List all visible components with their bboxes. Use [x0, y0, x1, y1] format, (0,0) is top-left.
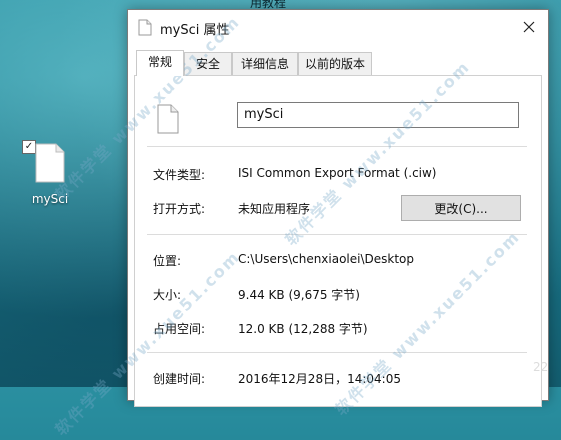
location-value: C:\Users\chenxiaolei\Desktop	[238, 252, 415, 266]
title-bar[interactable]: mySci 属性	[128, 10, 548, 44]
file-icon	[138, 19, 152, 36]
tab-details[interactable]: 详细信息	[232, 52, 298, 75]
corner-number: 22	[533, 360, 549, 374]
tab-general[interactable]: 常规	[136, 50, 184, 76]
close-icon[interactable]	[520, 18, 538, 36]
created-label: 创建时间:	[153, 372, 206, 386]
location-label: 位置:	[153, 254, 182, 268]
divider	[147, 352, 527, 353]
divider	[147, 146, 527, 147]
general-tab-panel: mySci 文件类型: ISI Common Export Format (.c…	[134, 75, 542, 407]
change-button[interactable]: 更改(C)...	[401, 195, 521, 221]
divider	[147, 234, 527, 235]
tab-previous-versions[interactable]: 以前的版本	[298, 52, 372, 75]
size-on-disk-value: 12.0 KB (12,288 字节)	[238, 322, 368, 336]
size-value: 9.44 KB (9,675 字节)	[238, 288, 360, 302]
file-name-input[interactable]: mySci	[237, 102, 519, 128]
opens-with-label: 打开方式:	[153, 202, 206, 216]
file-type-label: 文件类型:	[153, 168, 206, 182]
